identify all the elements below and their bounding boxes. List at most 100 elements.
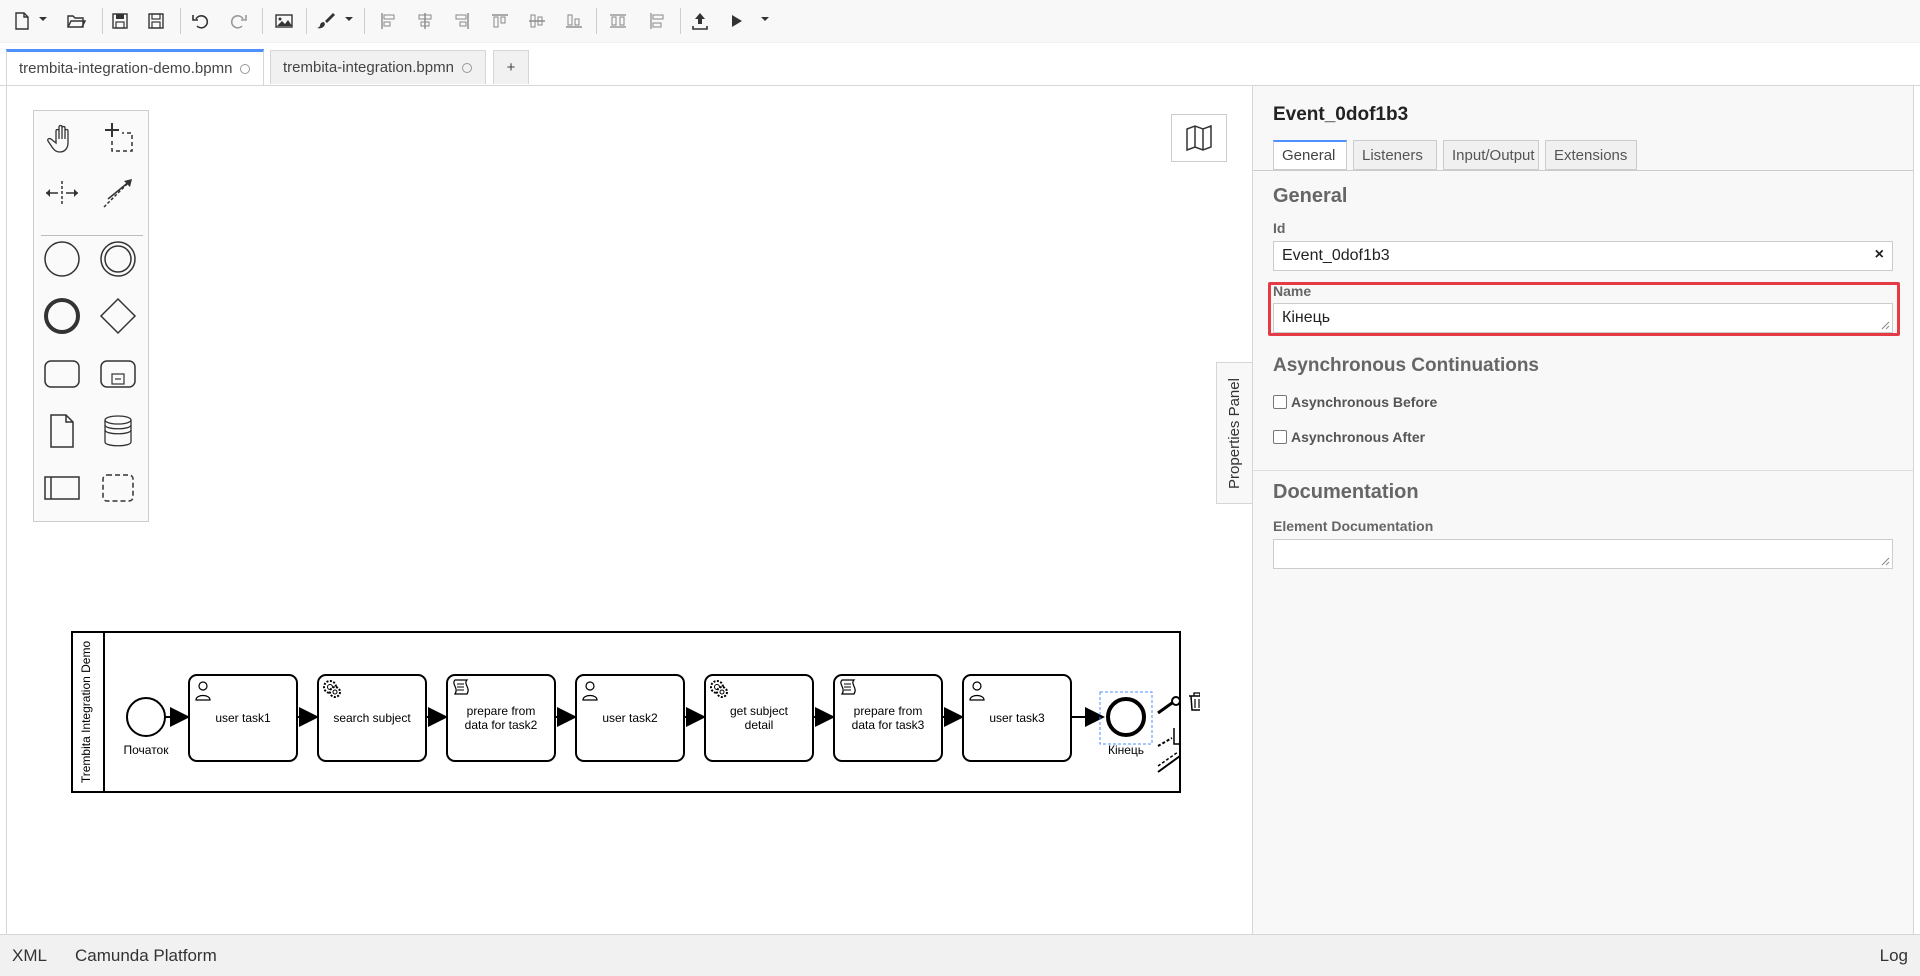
participant-pool-icon[interactable]: [42, 468, 82, 508]
wrench-icon[interactable]: [1157, 696, 1181, 715]
id-field[interactable]: Event_0dof1b3 ×: [1273, 241, 1893, 271]
resize-grip-icon[interactable]: [1880, 320, 1890, 330]
end-event-icon[interactable]: [42, 296, 82, 336]
save-as-icon[interactable]: [142, 8, 170, 34]
modeler-canvas[interactable]: [6, 86, 1253, 935]
connect-icon[interactable]: [1157, 728, 1180, 747]
align-bottom-icon[interactable]: [560, 8, 588, 34]
task-label-line2: data for task2: [465, 718, 538, 732]
id-field-value: Event_0dof1b3: [1282, 247, 1390, 264]
data-store-icon[interactable]: [98, 411, 138, 451]
tab-input-output[interactable]: Input/Output: [1443, 140, 1539, 170]
task-user-task1[interactable]: user task1: [188, 674, 298, 762]
async-after-label: Asynchronous After: [1291, 429, 1426, 445]
tab-label: trembita-integration.bpmn: [283, 59, 454, 76]
properties-title: Event_0dof1b3: [1273, 104, 1409, 125]
task-label-line1: get subject: [730, 704, 789, 718]
tab-extensions[interactable]: Extensions: [1545, 140, 1637, 170]
intermediate-event-icon[interactable]: [98, 239, 138, 279]
undo-icon[interactable]: [187, 8, 215, 34]
group-icon[interactable]: [98, 468, 138, 508]
task-icon[interactable]: [42, 354, 82, 394]
properties-panel: Event_0dof1b3 General Listeners Input/Ou…: [1252, 86, 1914, 934]
subprocess-icon[interactable]: [98, 354, 138, 394]
add-tab-button[interactable]: +: [493, 50, 529, 84]
data-object-icon[interactable]: [42, 411, 82, 451]
redo-icon[interactable]: [224, 8, 252, 34]
async-after-checkbox[interactable]: [1273, 430, 1287, 444]
task-label-line2: detail: [745, 718, 774, 732]
task-label: user task1: [215, 711, 271, 725]
gateway-icon[interactable]: [98, 296, 138, 336]
hand-tool-icon[interactable]: [42, 117, 82, 157]
task-prepare-data-task2[interactable]: prepare from data for task2: [446, 674, 556, 762]
tab-trembita-integration[interactable]: trembita-integration.bpmn: [270, 50, 486, 84]
tab-listeners[interactable]: Listeners: [1353, 140, 1437, 170]
align-middle-icon[interactable]: [523, 8, 551, 34]
lasso-tool-icon[interactable]: [98, 117, 138, 157]
tab-general[interactable]: General: [1273, 140, 1347, 170]
id-label: Id: [1273, 220, 1286, 236]
task-label-line1: prepare from: [854, 704, 923, 718]
deploy-icon[interactable]: [686, 8, 714, 34]
bpmn-diagram[interactable]: Trembita Integration Demo Початок user t…: [60, 620, 1200, 800]
async-before-label: Asynchronous Before: [1291, 394, 1438, 410]
align-center-icon[interactable]: [411, 8, 439, 34]
execution-platform-button[interactable]: Camunda Platform: [75, 946, 217, 966]
general-heading: General: [1273, 185, 1348, 207]
start-instance-icon[interactable]: [722, 8, 750, 34]
space-tool-icon[interactable]: [42, 173, 82, 213]
task-prepare-data-task3[interactable]: prepare from data for task3: [833, 674, 943, 762]
append-connection-icon[interactable]: [1157, 751, 1181, 773]
global-connect-tool-icon[interactable]: [98, 173, 138, 213]
task-search-subject[interactable]: search subject: [317, 674, 427, 762]
chevron-down-icon[interactable]: [760, 14, 770, 24]
minimap-toggle-button[interactable]: [1171, 114, 1227, 162]
chevron-down-icon[interactable]: [38, 14, 48, 24]
align-right-icon[interactable]: [448, 8, 476, 34]
plus-icon: +: [506, 59, 516, 76]
async-heading: Asynchronous Continuations: [1273, 355, 1539, 376]
distribute-horizontal-icon[interactable]: [604, 8, 632, 34]
properties-panel-toggle-label: Properties Panel: [1226, 377, 1243, 489]
task-user-task3[interactable]: user task3: [962, 674, 1072, 762]
task-label: user task3: [989, 711, 1045, 725]
end-event[interactable]: [1106, 697, 1146, 737]
map-icon: [1186, 124, 1212, 152]
start-event-label: Початок: [124, 743, 170, 757]
tab-label: General: [1282, 147, 1336, 164]
tab-trembita-integration-demo[interactable]: trembita-integration-demo.bpmn: [6, 49, 264, 85]
start-event-icon[interactable]: [42, 239, 82, 279]
async-before-row[interactable]: Asynchronous Before: [1273, 394, 1437, 410]
async-before-checkbox[interactable]: [1273, 395, 1287, 409]
unsaved-indicator-icon: [461, 62, 472, 73]
name-field[interactable]: Кінець: [1273, 303, 1893, 333]
log-button[interactable]: Log: [1880, 946, 1908, 966]
align-top-icon[interactable]: [486, 8, 514, 34]
palette: [33, 110, 149, 522]
unsaved-indicator-icon: [240, 63, 251, 74]
color-brush-icon[interactable]: [312, 8, 340, 34]
element-documentation-field[interactable]: [1273, 539, 1893, 569]
clear-icon[interactable]: ×: [1875, 246, 1884, 264]
distribute-vertical-icon[interactable]: [643, 8, 671, 34]
delete-icon[interactable]: [1189, 692, 1200, 711]
start-event[interactable]: [126, 697, 166, 737]
properties-panel-toggle[interactable]: Properties Panel: [1216, 362, 1252, 504]
new-file-icon[interactable]: [8, 8, 36, 34]
xml-view-button[interactable]: XML: [12, 946, 47, 966]
task-label-line1: prepare from: [467, 704, 536, 718]
resize-grip-icon[interactable]: [1880, 556, 1890, 566]
task-get-subject-detail[interactable]: get subject detail: [704, 674, 814, 762]
export-image-icon[interactable]: [270, 8, 298, 34]
task-label-line2: data for task3: [852, 718, 925, 732]
chevron-down-icon[interactable]: [344, 14, 354, 24]
open-file-icon[interactable]: [62, 8, 90, 34]
align-left-icon[interactable]: [374, 8, 402, 34]
end-event-label: Кінець: [1108, 743, 1144, 757]
save-icon[interactable]: [106, 8, 134, 34]
tab-label: Extensions: [1554, 146, 1628, 164]
status-bar: XML Camunda Platform Log: [0, 934, 1920, 976]
async-after-row[interactable]: Asynchronous After: [1273, 429, 1425, 445]
task-user-task2[interactable]: user task2: [575, 674, 685, 762]
